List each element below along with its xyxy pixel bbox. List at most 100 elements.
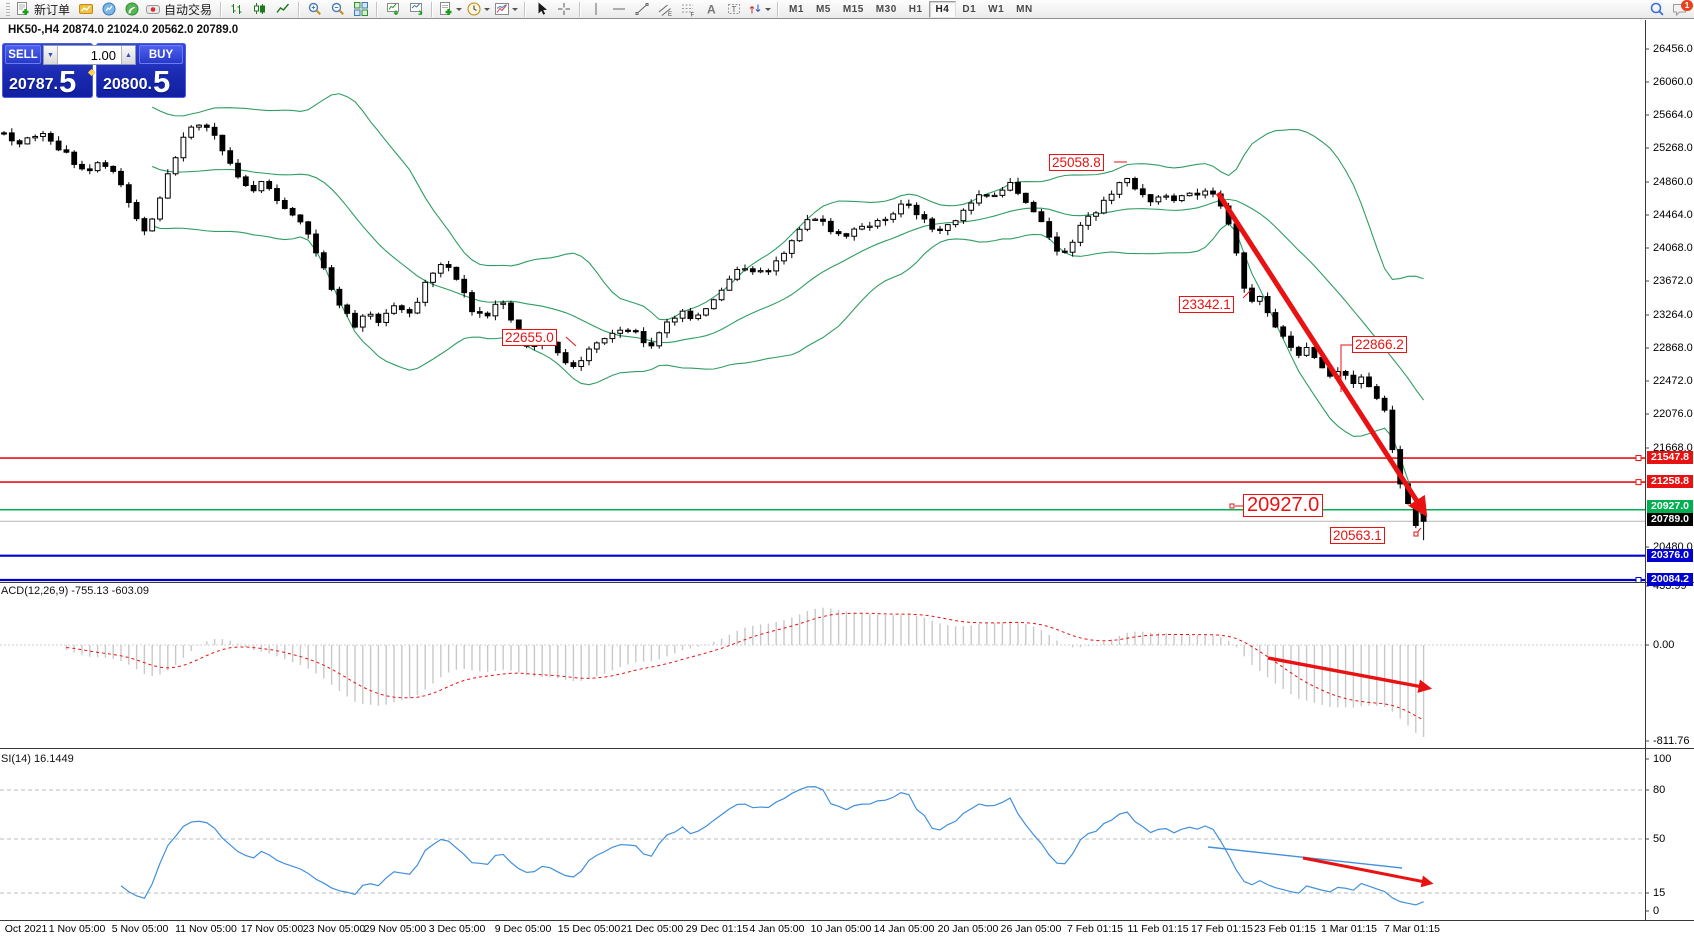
tile-windows-button[interactable] xyxy=(350,1,372,18)
price-annotation[interactable]: 23342.1 xyxy=(1179,296,1234,313)
new-chart-icon xyxy=(438,1,454,17)
toolbar-separator xyxy=(524,2,526,17)
autotrading-label: 自动交易 xyxy=(164,1,212,18)
toolbar-separator xyxy=(777,2,779,17)
price-annotation[interactable]: 20927.0 xyxy=(1243,494,1323,517)
timeframe-w1[interactable]: W1 xyxy=(982,2,1010,17)
search-button[interactable] xyxy=(1646,1,1668,18)
price-annotation[interactable]: 22866.2 xyxy=(1352,336,1407,353)
vertical-line-button[interactable] xyxy=(585,1,607,18)
chart-profiles-button[interactable] xyxy=(75,1,97,18)
svg-text:F: F xyxy=(691,13,695,18)
fibonacci-button[interactable]: F xyxy=(677,1,699,18)
price-annotation[interactable]: 22655.0 xyxy=(502,329,557,346)
arrows-icon xyxy=(747,1,763,17)
zoom-out-button[interactable] xyxy=(327,1,349,18)
trendline-button[interactable] xyxy=(631,1,653,18)
indicator-window-icon xyxy=(385,1,401,17)
toolbar-separator xyxy=(220,2,222,17)
tile-windows-icon xyxy=(353,1,369,17)
macd-indicator-label: ACD(12,26,9) -755.13 -603.09 xyxy=(1,585,149,597)
timeframe-m15[interactable]: M15 xyxy=(837,2,870,17)
timeframe-bar: M1M5M15M30H1H4D1W1MN xyxy=(783,1,1039,18)
arrange-charts-icon xyxy=(408,1,424,17)
sell-price-main: 20787 xyxy=(9,74,54,96)
arrows-button[interactable] xyxy=(746,1,773,18)
templates-icon xyxy=(494,1,510,17)
sell-button[interactable]: SELL xyxy=(5,45,41,64)
mt4-window: 新订单 自动交易 E F A T xyxy=(0,0,1694,940)
profiles-icon xyxy=(78,1,94,17)
sell-price-pip: 5 xyxy=(59,68,76,96)
timeframe-d1[interactable]: D1 xyxy=(956,2,982,17)
chart-overlay: 26456.026060.025664.025268.024860.024464… xyxy=(0,20,1694,940)
chart-title: HK50-,H4 20874.0 21024.0 20562.0 20789.0 xyxy=(8,24,238,36)
dropdown-caret xyxy=(456,8,462,14)
indicator-window-button[interactable] xyxy=(382,1,404,18)
timeframe-mn[interactable]: MN xyxy=(1010,2,1039,17)
timeframe-h4[interactable]: H4 xyxy=(929,1,957,18)
zoom-in-button[interactable] xyxy=(304,1,326,18)
price-annotation[interactable]: 20563.1 xyxy=(1330,527,1385,544)
period-button[interactable] xyxy=(465,1,492,18)
dropdown-caret xyxy=(512,8,518,14)
svg-text:A: A xyxy=(707,3,716,17)
line-chart-button[interactable] xyxy=(272,1,294,18)
new-order-button[interactable]: 新订单 xyxy=(14,1,74,18)
volume-down-button[interactable]: ▼ xyxy=(44,46,58,64)
price-annotation[interactable]: 25058.8 xyxy=(1049,154,1104,171)
equidistant-channel-button[interactable]: E xyxy=(654,1,676,18)
candlestick-chart-button[interactable] xyxy=(249,1,271,18)
search-icon xyxy=(1649,1,1666,17)
svg-text:E: E xyxy=(668,12,672,17)
sell-price: 20787.5 xyxy=(9,68,76,96)
market-watch-button[interactable] xyxy=(98,1,120,18)
trendline-icon xyxy=(634,1,650,17)
toolbar: 新订单 自动交易 E F A T xyxy=(0,0,1694,19)
toolbar-separator xyxy=(579,2,581,17)
toolbar-separator xyxy=(431,2,433,17)
horizontal-line-button[interactable] xyxy=(608,1,630,18)
arrange-charts-button[interactable] xyxy=(405,1,427,18)
buy-price-pip: 5 xyxy=(153,68,170,96)
new-chart-button[interactable] xyxy=(437,1,464,18)
crosshair-icon xyxy=(556,1,572,17)
toolbar-grip[interactable] xyxy=(6,3,10,16)
one-click-trading-panel: 20787.5 20800.5 SELL ▼ ▲ BUY xyxy=(2,43,186,98)
toolbar-separator xyxy=(376,2,378,17)
volume-control: ▼ ▲ xyxy=(43,45,136,65)
autotrading-button[interactable]: 自动交易 xyxy=(144,1,216,18)
cursor-button[interactable] xyxy=(530,1,552,18)
volume-input[interactable] xyxy=(58,46,121,64)
volume-up-button[interactable]: ▲ xyxy=(121,46,135,64)
zoom-out-icon xyxy=(330,1,346,17)
vertical-line-icon xyxy=(588,1,604,17)
templates-button[interactable] xyxy=(493,1,520,18)
text-label-icon: T xyxy=(726,1,742,17)
timeframe-m30[interactable]: M30 xyxy=(870,2,903,17)
dropdown-caret xyxy=(765,8,771,14)
line-chart-icon xyxy=(275,1,291,17)
notification-badge: 1 xyxy=(1681,0,1693,11)
text-icon: A xyxy=(703,1,719,17)
buy-button[interactable]: BUY xyxy=(139,45,183,64)
clock-icon xyxy=(466,1,482,17)
rsi-indicator-label: SI(14) 16.1449 xyxy=(1,753,74,765)
text-label-button[interactable]: T xyxy=(723,1,745,18)
market-watch-icon xyxy=(101,1,117,17)
signals-button[interactable] xyxy=(121,1,143,18)
bar-chart-button[interactable] xyxy=(226,1,248,18)
timeframe-h1[interactable]: H1 xyxy=(903,2,929,17)
time-axis[interactable] xyxy=(0,921,1645,940)
timeframe-m5[interactable]: M5 xyxy=(810,2,837,17)
candlestick-chart-icon xyxy=(252,1,268,17)
price-axis[interactable] xyxy=(1646,20,1694,920)
new-order-icon xyxy=(15,1,31,17)
crosshair-button[interactable] xyxy=(553,1,575,18)
zoom-in-icon xyxy=(307,1,323,17)
chart-area: 26456.026060.025664.025268.024860.024464… xyxy=(0,20,1694,940)
notifications-button[interactable]: 1 xyxy=(1669,1,1691,18)
text-button[interactable]: A xyxy=(700,1,722,18)
svg-text:T: T xyxy=(732,5,737,14)
timeframe-m1[interactable]: M1 xyxy=(783,2,810,17)
